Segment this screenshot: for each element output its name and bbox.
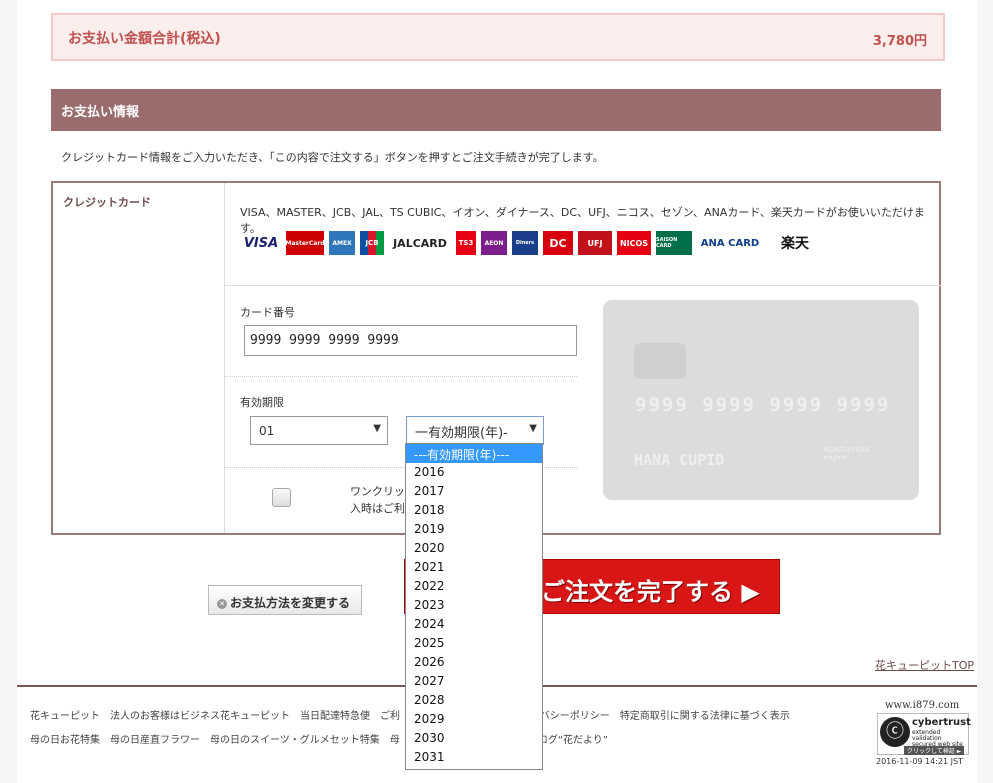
site-domain: www.i879.com bbox=[885, 700, 960, 711]
expiry-month-select[interactable]: 01 ▼ bbox=[250, 416, 388, 445]
row-divider bbox=[225, 376, 577, 377]
dropdown-option[interactable]: 2023 bbox=[406, 596, 542, 615]
diners-logo: Diners bbox=[512, 231, 538, 255]
intro-text: クレジットカード情報をご入力いただき、「この内容で注文する」ボタンを押すとご注文… bbox=[61, 151, 604, 164]
dropdown-option[interactable]: 2029 bbox=[406, 710, 542, 729]
card-preview-number: 9999 9999 9999 9999 bbox=[635, 394, 891, 416]
visa-logo: VISA bbox=[243, 235, 279, 251]
change-payment-label: お支払方法を変更する bbox=[230, 596, 351, 610]
dropdown-option[interactable]: 2019 bbox=[406, 520, 542, 539]
dropdown-option[interactable]: 2026 bbox=[406, 653, 542, 672]
dropdown-option[interactable]: 2016 bbox=[406, 463, 542, 482]
nicos-logo: NICOS bbox=[617, 231, 651, 255]
dropdown-option[interactable]: 2024 bbox=[406, 615, 542, 634]
dropdown-option[interactable]: 2031 bbox=[406, 748, 542, 767]
oneclick-checkbox[interactable] bbox=[272, 488, 291, 507]
card-preview-expiry-value: **/** bbox=[823, 454, 847, 465]
payment-total-box: お支払い金額合計(税込) 3,780円 bbox=[51, 13, 945, 61]
dropdown-option[interactable]: 2022 bbox=[406, 577, 542, 596]
ufj-logo: UFJ bbox=[578, 231, 612, 255]
dropdown-option[interactable]: 2028 bbox=[406, 691, 542, 710]
timestamp: 2016-11-09 14:21 JST bbox=[876, 757, 963, 766]
aeon-logo: AEON bbox=[481, 231, 507, 255]
dropdown-option[interactable]: 2021 bbox=[406, 558, 542, 577]
dropdown-option[interactable]: 2030 bbox=[406, 729, 542, 748]
chevron-down-icon: ▼ bbox=[529, 423, 537, 434]
ts3-logo: TS3 bbox=[456, 231, 476, 255]
complete-order-label: ご注文を完了する ▶ bbox=[541, 578, 760, 606]
row-divider bbox=[225, 285, 941, 286]
payment-total-label: お支払い金額合計(税込) bbox=[68, 31, 221, 47]
top-link[interactable]: 花キューピットTOP bbox=[875, 657, 974, 673]
ana-card-logo: ANA CARD bbox=[700, 237, 760, 249]
dropdown-option[interactable]: ---有効期限(年)--- bbox=[406, 444, 542, 463]
card-number-input[interactable]: 9999 9999 9999 9999 bbox=[244, 325, 577, 356]
credit-card-label-cell: クレジットカード bbox=[53, 183, 225, 533]
card-preview: 9999 9999 9999 9999 HANA CUPID MONTH/YEA… bbox=[603, 300, 919, 500]
jcb-logo: JCB bbox=[360, 231, 384, 255]
rakuten-logo: 楽天 bbox=[781, 236, 809, 252]
change-payment-button[interactable]: ✕ お支払方法を変更する bbox=[208, 585, 362, 615]
dropdown-option[interactable]: 2025 bbox=[406, 634, 542, 653]
expiry-year-select[interactable]: 一有効期限(年)- ▼ bbox=[406, 416, 544, 445]
cybertrust-logo-icon: ⓒ bbox=[880, 717, 910, 747]
chevron-down-icon: ▼ bbox=[373, 423, 381, 434]
section-header: お支払い情報 bbox=[51, 89, 941, 131]
jalcard-logo: JALCARD bbox=[393, 236, 447, 250]
cybertrust-badge[interactable]: ⓒ cybertrust extended validation secured… bbox=[877, 713, 971, 755]
mastercard-logo: MasterCard bbox=[285, 231, 325, 255]
card-logos: VISA MasterCard AMEX JCB JALCARD TS3 AEO… bbox=[241, 231, 827, 257]
year-dropdown-list: ---有効期限(年)--- 2016 2017 2018 2019 2020 2… bbox=[405, 443, 543, 770]
card-preview-name: HANA CUPID bbox=[634, 451, 725, 469]
cybertrust-name: cybertrust bbox=[912, 717, 971, 728]
card-preview-expiry: MONTH/YEAR **/** bbox=[823, 446, 870, 465]
card-number-label: カード番号 bbox=[240, 306, 295, 319]
expiry-year-value: 一有効期限(年)- bbox=[415, 426, 508, 441]
cybertrust-verify: クリックして検証 ► bbox=[904, 746, 965, 755]
dropdown-option[interactable]: 2020 bbox=[406, 539, 542, 558]
credit-card-label: クレジットカード bbox=[63, 196, 151, 209]
payment-total-value: 3,780円 bbox=[872, 34, 927, 49]
expiry-label: 有効期限 bbox=[240, 396, 284, 409]
dc-logo: DC bbox=[543, 231, 573, 255]
amex-logo: AMEX bbox=[329, 231, 355, 255]
card-chip-icon bbox=[634, 343, 686, 379]
dropdown-option[interactable]: 2018 bbox=[406, 501, 542, 520]
section-title: お支払い情報 bbox=[61, 105, 140, 120]
close-icon: ✕ bbox=[217, 599, 227, 609]
dropdown-option[interactable]: 2027 bbox=[406, 672, 542, 691]
expiry-month-value: 01 bbox=[259, 424, 275, 438]
dropdown-option[interactable]: 2017 bbox=[406, 482, 542, 501]
saison-logo: SAISON CARD bbox=[656, 231, 692, 255]
